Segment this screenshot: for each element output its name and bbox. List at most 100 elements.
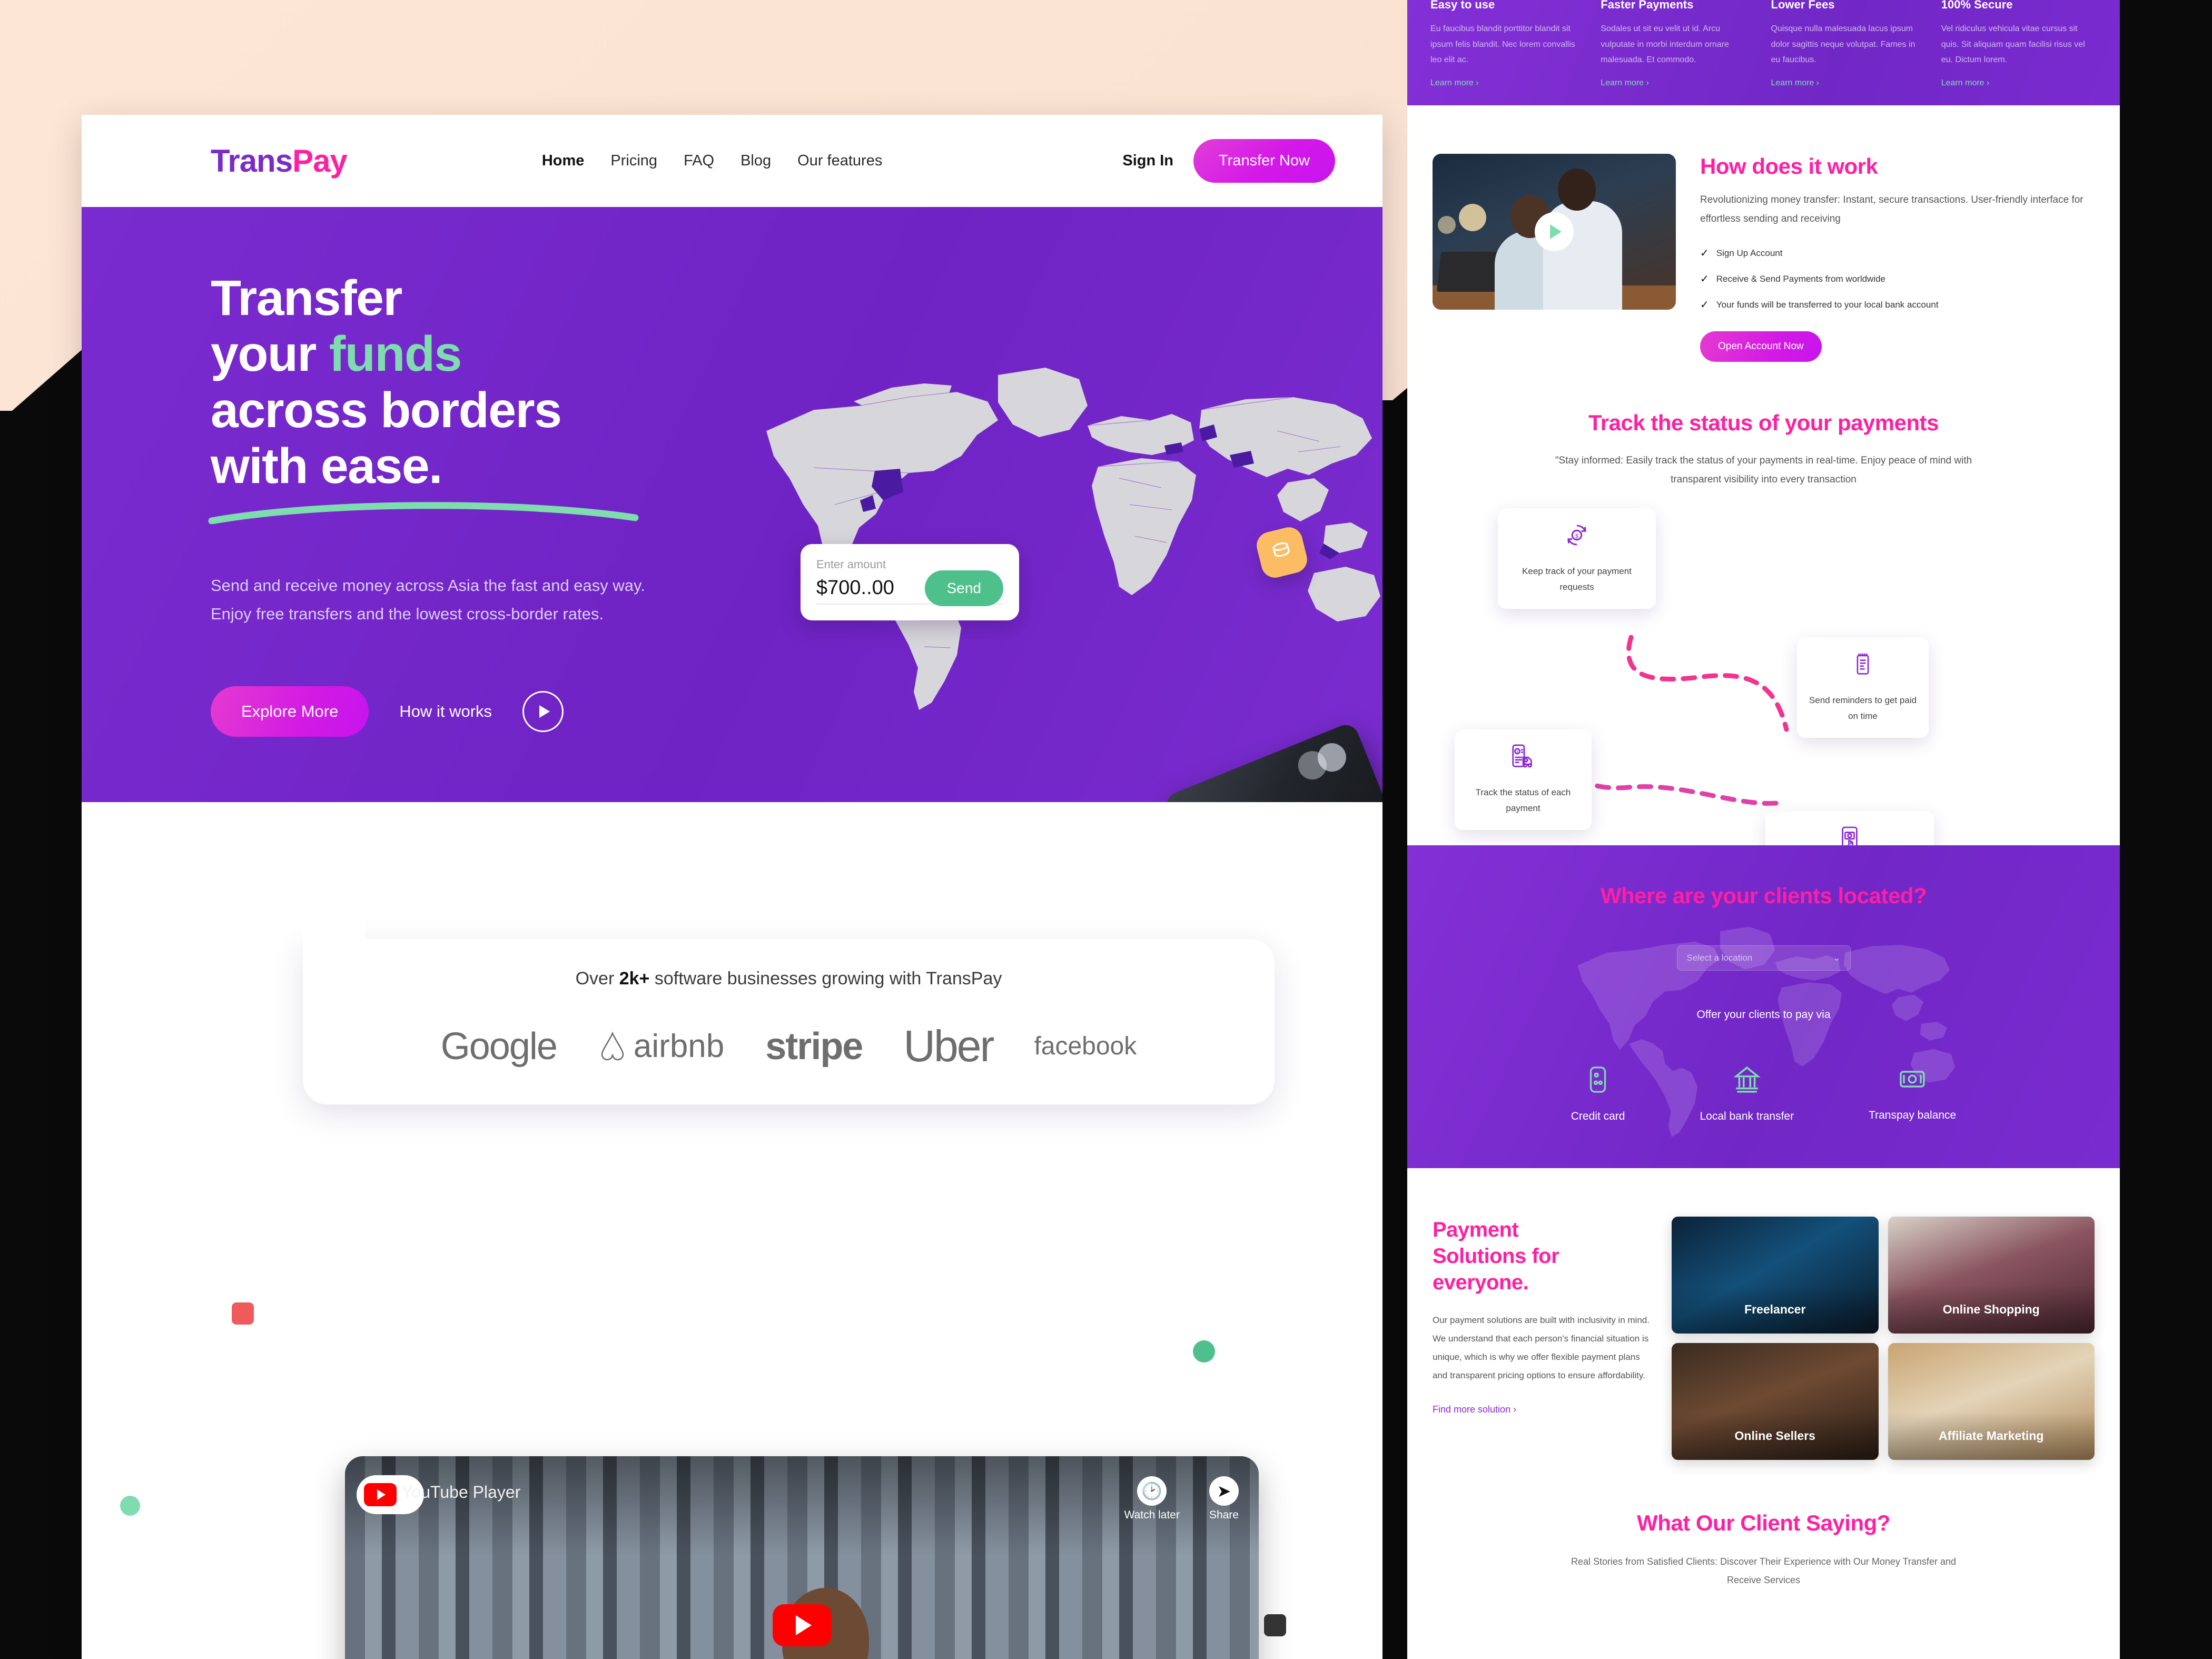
checklist-label: Your funds will be transferred to your l… [1716,299,1939,310]
payment-method-bank-transfer[interactable]: Local bank transfer [1700,1065,1794,1123]
location-select-value: Select a location [1686,953,1753,963]
solution-card-affiliate-marketing[interactable]: Affiliate Marketing [1888,1343,2095,1460]
feature-title: Lower Fees [1771,0,1835,11]
logo-stripe: stripe [765,1025,863,1068]
hero-title: Transfer your funds across borders with … [211,270,737,495]
location-select[interactable]: Select a location ⌄ [1676,945,1851,971]
how-it-works-title: How does it work [1700,154,2095,179]
clients-location-section: Where are your clients located? Select a… [1407,845,2120,1169]
explore-more-button[interactable]: Explore More [211,686,369,737]
feature-learn-more-link[interactable]: Learn more › [1771,78,1820,88]
video-player[interactable]: YouTube Player 🕑 Watch later ➤ Share [345,1456,1259,1659]
nav-item-pricing[interactable]: Pricing [610,152,657,170]
brand-logo-first: Trans [211,143,293,179]
svg-text:$: $ [1516,750,1518,754]
solution-card-online-sellers[interactable]: Online Sellers [1672,1343,1879,1460]
feature-body: Vel ridiculus vehicula vitae cursus sit … [1941,24,2085,65]
nav-item-our-features[interactable]: Our features [797,152,882,170]
header-actions: Sign In Transfer Now [1122,139,1335,183]
trusted-by-pre: Over [575,969,619,989]
nav-item-faq[interactable]: FAQ [684,152,714,170]
backdrop-left-panel [0,411,84,1659]
feature-body: Eu faucibus blandit porttitor blandit si… [1430,24,1575,65]
payment-methods-row: Credit card Local bank transfer Transpay… [1407,1065,2120,1123]
check-icon: ✓ [1700,248,1709,260]
share-label: Share [1209,1509,1239,1521]
nav-item-blog[interactable]: Blog [740,152,771,170]
feature-title: Easy to use [1430,0,1495,11]
solution-card-label: Affiliate Marketing [1888,1411,2095,1460]
play-icon[interactable] [522,691,564,733]
payment-method-credit-card[interactable]: Credit card [1571,1065,1625,1123]
hero-copy: Transfer your funds across borders with … [208,270,737,737]
features-grid: Easy to use Eu faucibus blandit porttito… [1407,0,2120,88]
offer-pay-via-label: Offer your clients to pay via [1696,1009,1831,1021]
credit-card-visual: Creadit Card 1234 09/25 [1162,721,1382,802]
hero-underline-swoosh [208,501,639,524]
hero-title-line2a: your [211,326,329,382]
feature-title: Faster Payments [1601,0,1694,11]
solutions-copy: Payment Solutions for everyone. Our paym… [1433,1217,1654,1460]
solution-card-label: Online Sellers [1672,1411,1879,1460]
check-icon: ✓ [1700,299,1709,311]
hero-title-line1: Transfer [211,270,402,326]
backdrop-far-right-panel [2120,0,2212,1659]
share-button[interactable]: ➤ Share [1209,1476,1239,1522]
check-icon: ✓ [1700,273,1709,285]
features-strip: Easy to use Eu faucibus blandit porttito… [1407,0,2120,105]
money-refresh-icon: $ [1509,522,1644,552]
video-play-button[interactable] [772,1604,832,1647]
how-it-works-play-icon[interactable] [1535,212,1574,251]
solution-card-online-shopping[interactable]: Online Shopping [1888,1217,2095,1334]
decor-dark-square [1264,1614,1286,1636]
chevron-down-icon: ⌄ [1833,953,1841,963]
track-payments-section: Track the status of your payments "Stay … [1407,362,2120,913]
logo-airbnb-text: airbnb [633,1028,725,1064]
banknote-icon [1869,1065,1956,1098]
sign-in-link[interactable]: Sign In [1122,152,1173,170]
payment-solutions-section: Payment Solutions for everyone. Our paym… [1407,1168,2120,1460]
feature-card: Easy to use Eu faucibus blandit porttito… [1430,0,1586,88]
trusted-by-headline: Over 2k+ software businesses growing wit… [303,969,1275,989]
left-page-panel: TransPay Home Pricing FAQ Blog Our featu… [82,115,1382,1659]
track-title: Track the status of your payments [1439,410,2088,436]
youtube-player-label: YouTube Player [402,1483,521,1502]
track-step-label: Send reminders to get paid on time [1809,695,1917,722]
how-title-b: work [1827,154,1878,179]
site-header: TransPay Home Pricing FAQ Blog Our featu… [82,115,1382,207]
payment-method-label: Local bank transfer [1700,1110,1794,1123]
youtube-logo-icon [364,1483,397,1506]
transfer-now-button[interactable]: Transfer Now [1193,139,1335,183]
send-button[interactable]: Send [924,570,1003,606]
logo-airbnb: airbnb [598,1028,724,1065]
watch-later-button[interactable]: 🕑 Watch later [1124,1476,1180,1522]
trusted-by-card: Over 2k+ software businesses growing wit… [302,894,1275,1104]
checklist-item: ✓ Your funds will be transferred to your … [1700,298,2095,311]
feature-learn-more-link[interactable]: Learn more › [1601,78,1649,88]
how-it-works-link[interactable]: How it works [399,702,492,721]
logo-uber: Uber [903,1021,994,1071]
open-account-now-button[interactable]: Open Account Now [1700,331,1822,362]
track-flow-diagram: $ Keep track of your payment requests Se… [1439,508,2088,913]
solutions-title-line1: Payment [1433,1218,1519,1242]
clients-title-a: Where are your clients [1600,883,1838,908]
testimonials-title-a: What Our [1637,1510,1741,1536]
brand-logo[interactable]: TransPay [211,143,348,179]
clients-title-b: located [1838,883,1914,908]
checklist-label: Receive & Send Payments from worldwide [1716,273,1886,284]
testimonials-section: What Our Client Saying? Real Stories fro… [1407,1460,2120,1589]
solution-card-freelancer[interactable]: Freelancer [1672,1217,1879,1334]
payment-method-label: Transpay balance [1869,1109,1957,1122]
trusted-by-post: software businesses growing with TransPa… [649,969,1002,989]
logo-row: Google airbnb stripe Uber facebook [303,1021,1275,1072]
feature-body: Sodales ut sit eu velit ut id. Arcu vulp… [1601,24,1729,65]
decor-green-circle [1193,1340,1215,1362]
feature-learn-more-link[interactable]: Learn more › [1941,78,1990,88]
payment-delivery-icon: $ $ [1466,743,1580,773]
feature-learn-more-link[interactable]: Learn more › [1430,78,1479,88]
find-more-solution-link[interactable]: Find more solution › [1433,1404,1516,1415]
nav-item-home[interactable]: Home [542,152,585,170]
hero-title-line4: with ease. [211,438,443,495]
card-brand-icon [1293,738,1351,784]
payment-method-transpay-balance[interactable]: Transpay balance [1869,1065,1956,1123]
